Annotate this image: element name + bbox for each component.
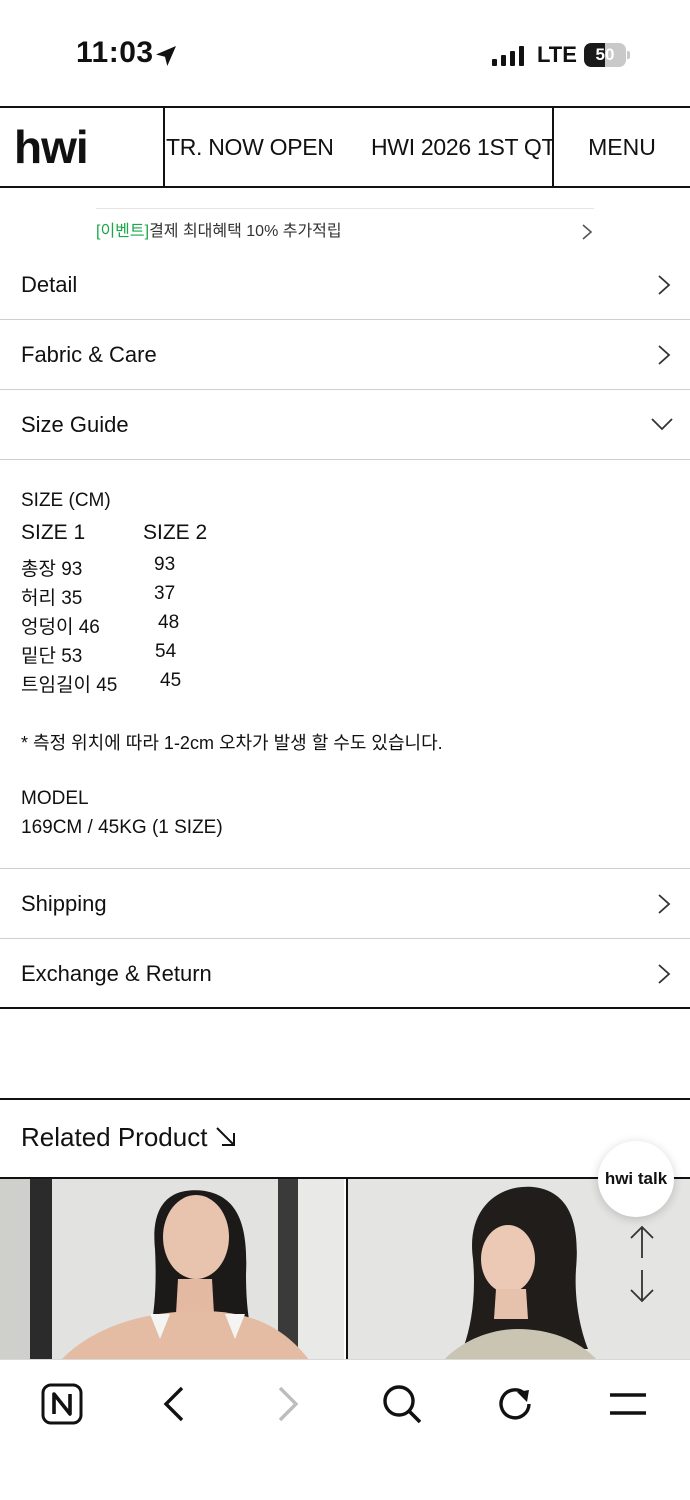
size-row-label: 밑단 53 — [21, 646, 83, 667]
forward-icon[interactable] — [264, 1380, 312, 1428]
size-header-1: SIZE 1 — [21, 521, 86, 544]
size-note: * 측정 위치에 따라 1-2cm 오차가 발생 할 수도 있습니다. — [21, 733, 443, 753]
accordion-exchange-return[interactable]: Exchange & Return — [0, 939, 690, 1009]
section-divider — [0, 1098, 690, 1100]
related-product-title: Related Product — [21, 1122, 208, 1152]
site-logo[interactable]: hwi — [14, 120, 89, 174]
size-row-value: 48 — [158, 612, 180, 633]
hwi-talk-button[interactable]: hwi talk — [598, 1141, 674, 1217]
related-product-card[interactable] — [0, 1179, 344, 1361]
site-header: hwi TR. NOW OPEN HWI 2026 1ST QTR MENU — [0, 106, 690, 188]
size-row-label: 트임길이 45 — [21, 675, 118, 696]
accordion-label: Fabric & Care — [21, 342, 157, 367]
browser-toolbar — [0, 1359, 690, 1500]
size-row-value: 37 — [154, 583, 176, 604]
battery-level: 50 — [595, 45, 615, 64]
chevron-right-icon — [658, 345, 671, 365]
refresh-icon[interactable] — [491, 1380, 539, 1428]
arrow-down-right-icon — [216, 1127, 235, 1146]
status-bar: 11:03 LTE 50 — [0, 0, 690, 106]
accordion-label: Shipping — [21, 891, 107, 916]
marquee-item[interactable]: TR. NOW OPEN — [166, 134, 334, 161]
accordion-fabric-care[interactable]: Fabric & Care — [0, 320, 690, 390]
arrow-up-icon[interactable] — [629, 1224, 655, 1260]
event-banner[interactable]: [이벤트]결제 최대혜택 10% 추가적립 — [96, 208, 594, 248]
accordion-label: Size Guide — [21, 412, 129, 437]
chevron-right-icon — [582, 224, 593, 240]
battery-icon: 50 — [584, 43, 630, 67]
size-row-value: 93 — [154, 554, 176, 575]
related-product-list — [0, 1177, 690, 1361]
event-text: 결제 최대혜택 10% 추가적립 — [149, 223, 342, 240]
product-image[interactable] — [0, 1179, 344, 1361]
event-tag: [이벤트] — [96, 223, 150, 240]
menu-button[interactable]: MENU — [554, 108, 690, 186]
size-unit-title: SIZE (CM) — [21, 490, 111, 511]
location-arrow-icon — [156, 46, 176, 66]
model-title: MODEL — [21, 788, 89, 809]
marquee-item[interactable]: HWI 2026 1ST QTR — [371, 134, 552, 161]
announcement-marquee[interactable]: TR. NOW OPEN HWI 2026 1ST QTR — [163, 108, 554, 186]
size-row-value: 54 — [155, 641, 177, 662]
search-icon[interactable] — [378, 1380, 426, 1428]
status-time: 11:03 — [76, 36, 154, 69]
accordion-size-guide[interactable]: Size Guide — [0, 390, 690, 460]
size-row-label: 엉덩이 46 — [21, 617, 100, 638]
carrier-label: LTE — [537, 42, 577, 67]
model-info: 169CM / 45KG (1 SIZE) — [21, 817, 223, 838]
size-row-value: 45 — [160, 670, 182, 691]
size-header-2: SIZE 2 — [143, 521, 208, 544]
chevron-right-icon — [658, 275, 671, 295]
accordion-label: Detail — [21, 272, 78, 297]
hamburger-menu-icon[interactable] — [604, 1380, 652, 1428]
chevron-right-icon — [658, 964, 671, 984]
size-row-label: 총장 93 — [21, 559, 83, 580]
size-row-label: 허리 35 — [21, 588, 83, 609]
accordion-label: Exchange & Return — [21, 961, 212, 986]
accordion-detail[interactable]: Detail — [0, 250, 690, 320]
naver-home-icon[interactable] — [38, 1380, 86, 1428]
accordion-shipping[interactable]: Shipping — [0, 869, 690, 939]
arrow-down-icon[interactable] — [629, 1268, 655, 1304]
chevron-right-icon — [658, 894, 671, 914]
back-icon[interactable] — [150, 1380, 198, 1428]
signal-icon — [492, 46, 524, 66]
chevron-down-icon — [651, 418, 673, 431]
